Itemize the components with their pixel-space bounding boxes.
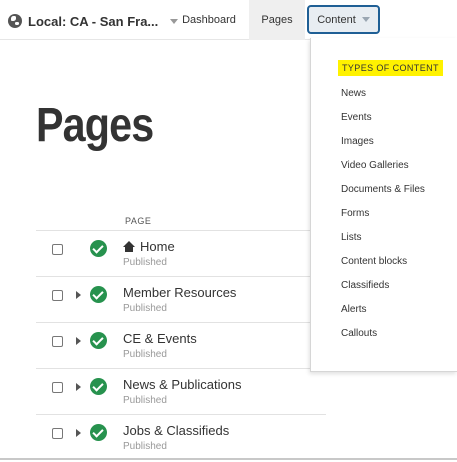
top-navigation: Local: CA - San Fra... Dashboard Pages C… [0,0,457,40]
nav-content-label: Content [317,13,356,26]
menu-item-forms[interactable]: Forms [341,208,369,219]
table-row[interactable]: CE & Events Published [36,322,326,368]
menu-item-documents-files[interactable]: Documents & Files [341,184,425,195]
page-status-text: Published [123,441,167,452]
menu-item-events[interactable]: Events [341,112,372,123]
nav-dashboard[interactable]: Dashboard [174,0,244,40]
published-status-icon [90,378,107,395]
expand-arrow-icon[interactable] [76,429,81,437]
home-icon [123,241,135,252]
nav-pages[interactable]: Pages [249,0,305,40]
published-status-icon [90,424,107,441]
bottom-divider [0,458,457,460]
page-status-text: Published [123,257,167,268]
page-status-text: Published [123,349,167,360]
page-name-link[interactable]: News & Publications [123,377,242,392]
menu-item-images[interactable]: Images [341,136,374,147]
menu-item-news[interactable]: News [341,88,366,99]
page-name-link[interactable]: Member Resources [123,285,236,300]
page-status-text: Published [123,303,167,314]
globe-icon [8,14,22,28]
row-checkbox[interactable] [52,336,63,347]
site-switcher[interactable]: Local: CA - San Fra... [8,11,179,31]
column-header-page[interactable]: PAGE [125,216,151,226]
menu-item-content-blocks[interactable]: Content blocks [341,256,407,267]
site-name: Local: CA - San Fra... [28,13,159,29]
published-status-icon [90,332,107,349]
dropdown-heading: TYPES OF CONTENT [338,60,443,76]
nav-content[interactable]: Content [307,5,380,34]
menu-item-lists[interactable]: Lists [341,232,362,243]
expand-arrow-icon[interactable] [76,337,81,345]
content-dropdown-menu: TYPES OF CONTENT News Events Images Vide… [310,38,457,372]
published-status-icon [90,240,107,257]
page-name-link[interactable]: Home [123,239,175,254]
table-row[interactable]: News & Publications Published [36,368,326,414]
published-status-icon [90,286,107,303]
chevron-down-icon [361,17,370,22]
menu-item-alerts[interactable]: Alerts [341,304,367,315]
table-row[interactable]: Member Resources Published [36,276,326,322]
page-name-link[interactable]: Jobs & Classifieds [123,423,229,438]
row-checkbox[interactable] [52,244,63,255]
menu-item-callouts[interactable]: Callouts [341,328,377,339]
menu-item-classifieds[interactable]: Classifieds [341,280,389,291]
menu-item-video-galleries[interactable]: Video Galleries [341,160,409,171]
table-row[interactable]: Jobs & Classifieds Published [36,414,326,460]
page-title: Pages [36,99,154,152]
page-name-link[interactable]: CE & Events [123,331,197,346]
row-checkbox[interactable] [52,382,63,393]
page-name: Home [140,239,175,254]
row-checkbox[interactable] [52,428,63,439]
expand-arrow-icon[interactable] [76,291,81,299]
page-status-text: Published [123,395,167,406]
expand-arrow-icon[interactable] [76,383,81,391]
row-checkbox[interactable] [52,290,63,301]
table-row[interactable]: Home Published [36,230,326,276]
